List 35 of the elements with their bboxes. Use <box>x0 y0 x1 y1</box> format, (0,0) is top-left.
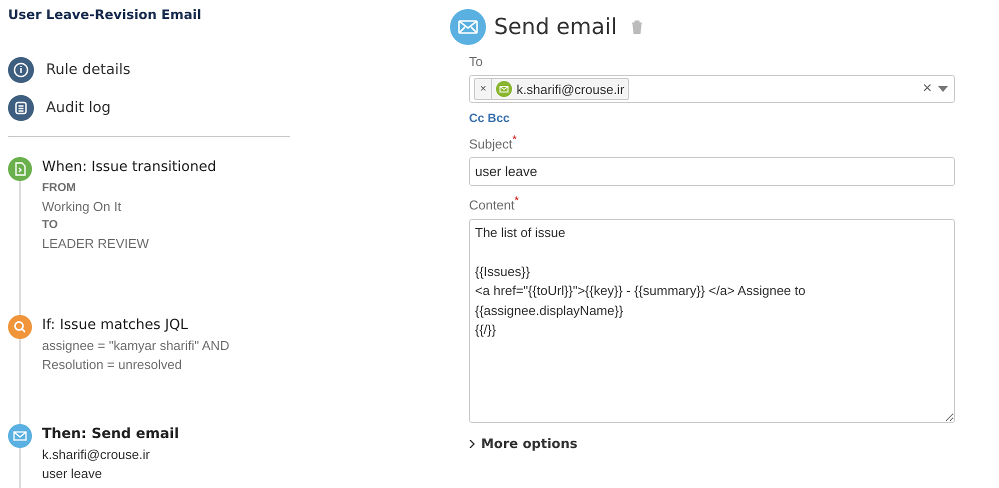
field-label: Content$^{*}$ <box>469 195 520 213</box>
field-label: FROM <box>42 181 77 196</box>
step-title[interactable]: When: Issue transitioned <box>42 159 216 175</box>
content-field[interactable]: The list of issue {{Issues}} <a href="{{toUrl}}">{{key}} - {{summary}} </a> Assignee to {{assignee.displayName}} {{/}} <box>469 218 955 423</box>
list-icon[interactable] <box>8 95 34 121</box>
step-detail: Working On It <box>42 198 122 216</box>
info-icon[interactable] <box>8 57 34 83</box>
step-detail: k.sharifi@crouse.ir <box>42 446 151 464</box>
caret-icon[interactable] <box>938 86 948 92</box>
clear-button[interactable]: × <box>922 80 932 98</box>
cc-bcc-link[interactable]: Cc Bcc <box>469 111 955 125</box>
subject-field[interactable]: user leave <box>469 157 955 186</box>
nav-link[interactable]: Audit log <box>46 100 111 116</box>
recipient-tag[interactable]: × k.sharifi@crouse.ir <box>474 78 630 100</box>
step-detail: LEADER REVIEW <box>42 234 150 252</box>
envelope-icon <box>450 9 486 45</box>
step-title[interactable]: If: Issue matches JQL <box>42 317 230 333</box>
to-field[interactable]: × k.sharifi@crouse.ir × <box>469 75 955 103</box>
field-label: TO <box>42 218 59 233</box>
envelope-icon <box>496 81 512 97</box>
step-detail: assignee = "kamyar sharifi" AND <box>42 337 230 355</box>
rule-title: User Leave-Revision Email <box>8 8 202 23</box>
nav-link[interactable]: Rule details <box>46 62 130 78</box>
required-mark: * <box>512 134 517 146</box>
field-label: To <box>469 54 484 69</box>
required-mark: * <box>514 195 519 208</box>
step-title[interactable]: Then: Send email <box>42 426 180 442</box>
more-options-toggle[interactable]: More options <box>469 436 578 452</box>
step-detail: user leave <box>42 464 103 482</box>
chevron-icon <box>469 440 475 448</box>
panel-title: Send email <box>494 14 618 40</box>
remove-button[interactable]: × <box>475 79 492 99</box>
recipient-email: k.sharifi@crouse.ir <box>516 82 626 96</box>
field-label: Subject$^{*}$ <box>469 134 518 152</box>
step-detail: Resolution = unresolved <box>42 356 183 374</box>
